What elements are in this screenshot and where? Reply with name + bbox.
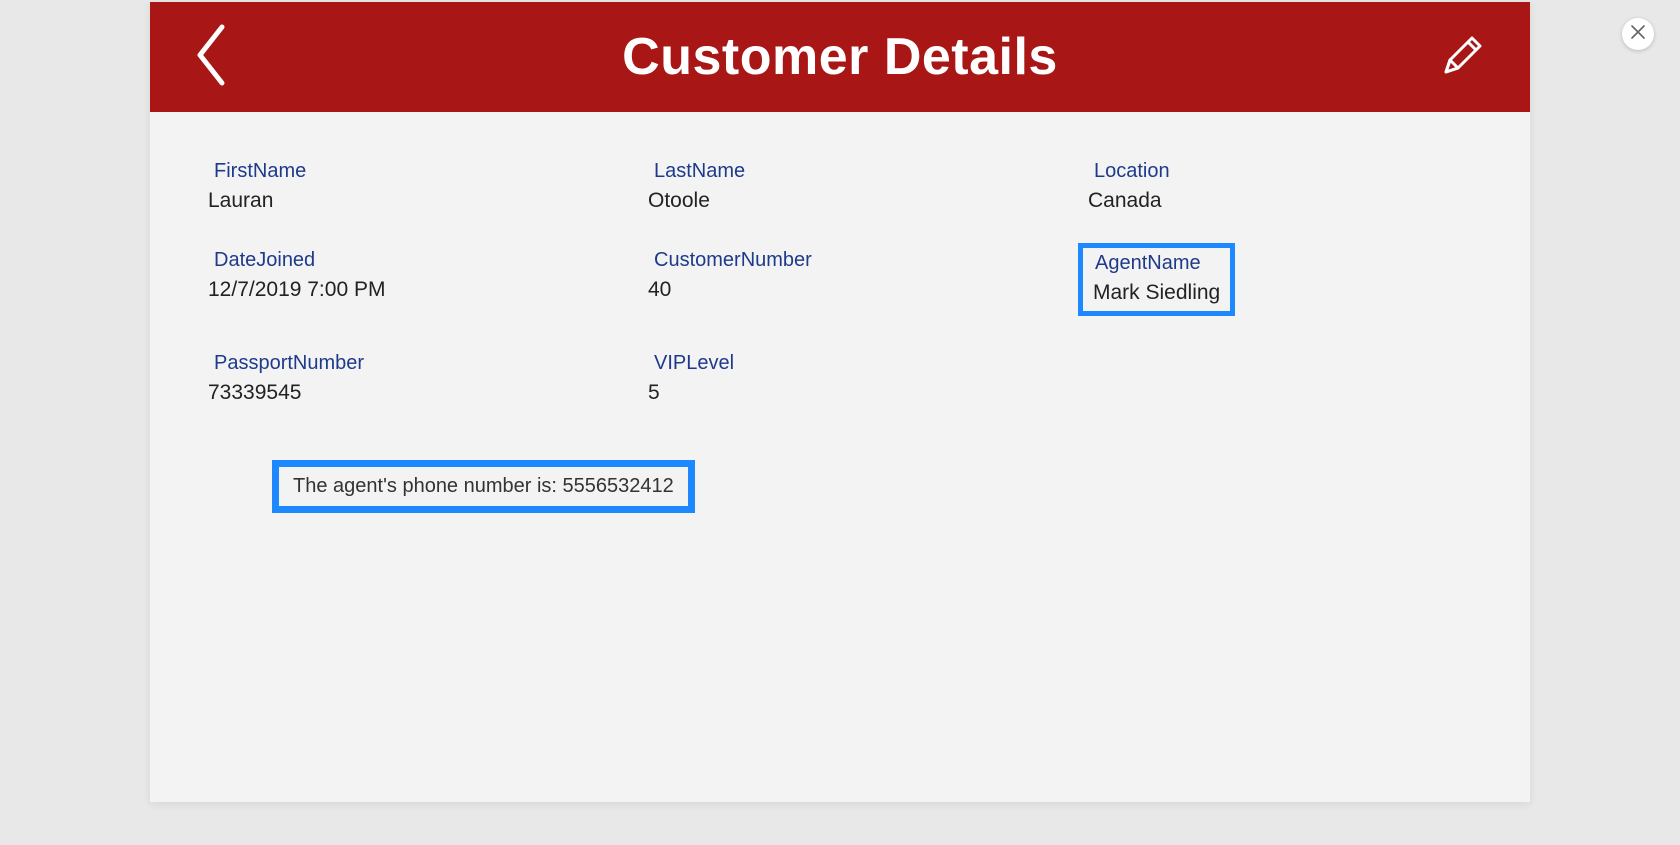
agent-phone-value: 5556532412 [563,475,674,497]
field-first-name: FirstName Lauran [206,160,646,213]
page: Customer Details FirstName Lauran [0,0,1680,845]
field-date-joined: DateJoined 12/7/2019 7:00 PM [206,249,646,316]
page-title: Customer Details [622,27,1058,87]
label-first-name: FirstName [214,160,626,183]
edit-button[interactable] [1434,30,1490,86]
field-last-name: LastName Otoole [646,160,1086,213]
details-body: FirstName Lauran LastName Otoole Locatio… [150,112,1530,405]
field-location: Location Canada [1086,160,1526,213]
pencil-icon [1438,32,1486,85]
close-icon [1631,25,1645,44]
details-card: Customer Details FirstName Lauran [150,2,1530,802]
value-agent-name: Mark Siedling [1093,281,1220,305]
label-last-name: LastName [654,160,1066,183]
agent-name-highlight: AgentName Mark Siedling [1078,243,1235,316]
close-button[interactable] [1622,18,1654,50]
label-location: Location [1094,160,1506,183]
field-grid: FirstName Lauran LastName Otoole Locatio… [206,160,1530,405]
value-passport-number: 73339545 [208,381,626,405]
field-customer-number: CustomerNumber 40 [646,249,1086,316]
value-customer-number: 40 [648,278,1066,302]
label-customer-number: CustomerNumber [654,249,1066,272]
chevron-left-icon [192,23,228,92]
value-vip-level: 5 [648,381,1066,405]
back-button[interactable] [190,24,230,90]
agent-phone-text: The agent's phone number is: 5556532412 [293,475,674,497]
field-empty [1086,352,1526,405]
value-first-name: Lauran [208,189,626,213]
field-agent-name: AgentName Mark Siedling [1086,249,1526,316]
agent-phone-prefix: The agent's phone number is: [293,475,563,497]
field-vip-level: VIPLevel 5 [646,352,1086,405]
label-vip-level: VIPLevel [654,352,1066,375]
value-date-joined: 12/7/2019 7:00 PM [208,278,626,302]
header-bar: Customer Details [150,2,1530,112]
agent-phone-highlight: The agent's phone number is: 5556532412 [272,460,695,513]
label-date-joined: DateJoined [214,249,626,272]
field-passport-number: PassportNumber 73339545 [206,352,646,405]
label-passport-number: PassportNumber [214,352,626,375]
value-last-name: Otoole [648,189,1066,213]
value-location: Canada [1088,189,1506,213]
label-agent-name: AgentName [1095,252,1220,275]
